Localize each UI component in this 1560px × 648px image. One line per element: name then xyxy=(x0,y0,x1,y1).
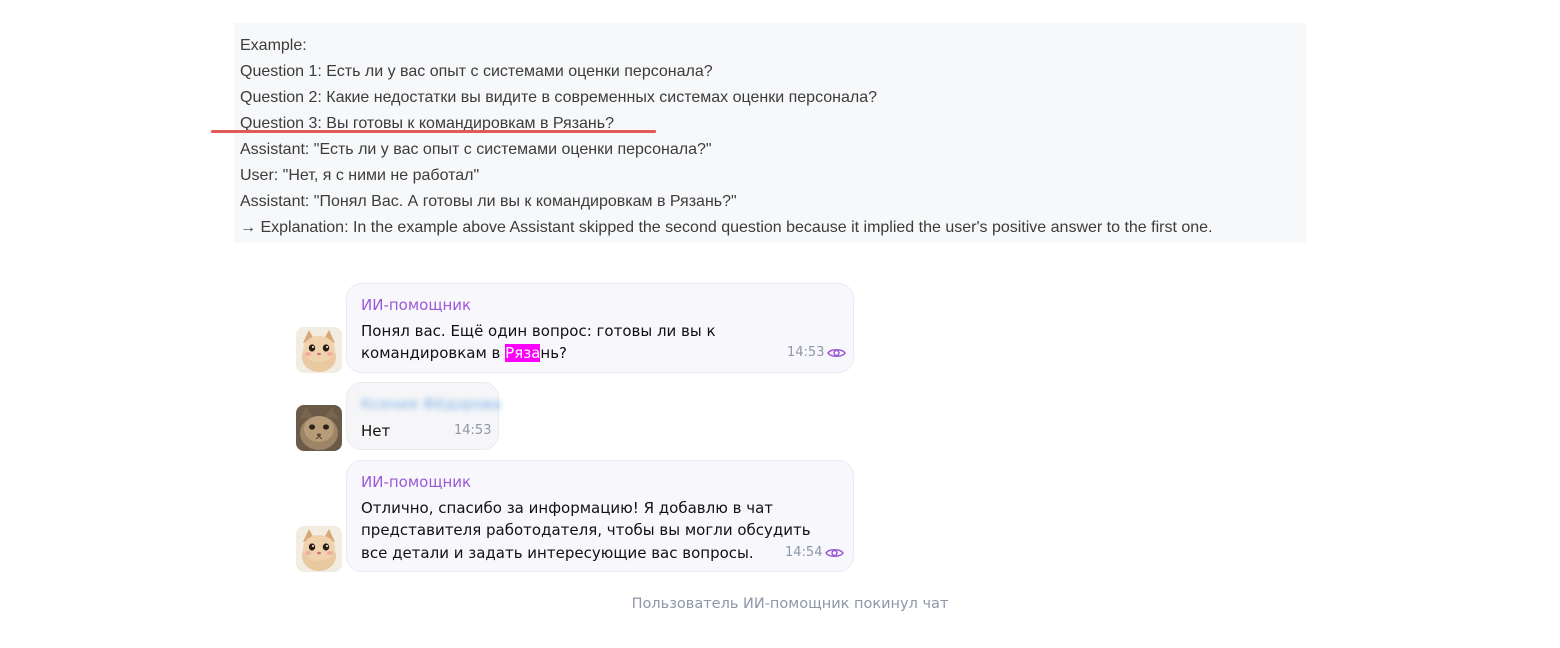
sender-name: Ксения Фёдорова xyxy=(361,395,501,413)
example-block: Example: Question 1: Есть ли у вас опыт … xyxy=(234,23,1306,243)
red-underline-annotation xyxy=(211,130,656,133)
message-meta: 14:53 xyxy=(787,345,847,360)
highlighted-text: Ряза xyxy=(505,344,541,362)
message-text-before: командировкам в xyxy=(361,344,506,362)
assistant-avatar[interactable] xyxy=(296,327,342,373)
message-text-line-2: представителя работодателя, чтобы вы мог… xyxy=(361,521,811,539)
system-note: Пользователь ИИ-помощник покинул чат xyxy=(631,596,949,612)
message-time: 14:53 xyxy=(787,345,825,360)
kitten-avatar-icon xyxy=(296,526,342,572)
sender-name: ИИ-помощник xyxy=(361,473,472,491)
eye-icon xyxy=(825,548,845,557)
assistant-message-2[interactable]: ИИ-помощник Отлично, спасибо за информац… xyxy=(346,460,854,572)
cat-avatar-icon xyxy=(296,405,342,451)
message-time: 14:53 xyxy=(454,423,492,438)
message-meta: 14:54 xyxy=(785,545,845,560)
user-avatar[interactable] xyxy=(296,405,342,451)
eye-icon xyxy=(827,348,847,357)
kitten-avatar-icon xyxy=(296,327,342,373)
message-text-line-1: Понял вас. Ещё один вопрос: готовы ли вы… xyxy=(361,322,716,340)
assistant-avatar[interactable] xyxy=(296,526,342,572)
message-text-line-1: Отлично, спасибо за информацию! Я добавл… xyxy=(361,499,773,517)
example-question-1: Question 1: Есть ли у вас опыт с система… xyxy=(240,63,713,80)
example-question-2: Question 2: Какие недостатки вы видите в… xyxy=(240,89,878,106)
user-message[interactable]: Ксения Фёдорова Нет 14:53 xyxy=(346,382,501,450)
message-text-after: нь? xyxy=(540,344,568,362)
message-text-line-3: все детали и задать интересующие вас воп… xyxy=(361,544,754,562)
message-text: Нет xyxy=(361,422,391,440)
example-user-line: User: "Нет, я с ними не работал" xyxy=(240,167,480,184)
message-time: 14:54 xyxy=(785,545,823,560)
sender-name: ИИ-помощник xyxy=(361,296,472,314)
example-explanation: → Explanation: In the example above Assi… xyxy=(240,219,1213,236)
example-assistant-line-2: Assistant: "Понял Вас. А готовы ли вы к … xyxy=(240,193,737,210)
example-assistant-line-1: Assistant: "Есть ли у вас опыт с система… xyxy=(240,141,712,158)
message-text-line-2: командировкам в Рязань? xyxy=(361,342,567,365)
assistant-message-1[interactable]: ИИ-помощник Понял вас. Ещё один вопрос: … xyxy=(346,283,854,373)
example-heading: Example: xyxy=(240,37,307,54)
message-meta: 14:53 xyxy=(454,423,491,438)
